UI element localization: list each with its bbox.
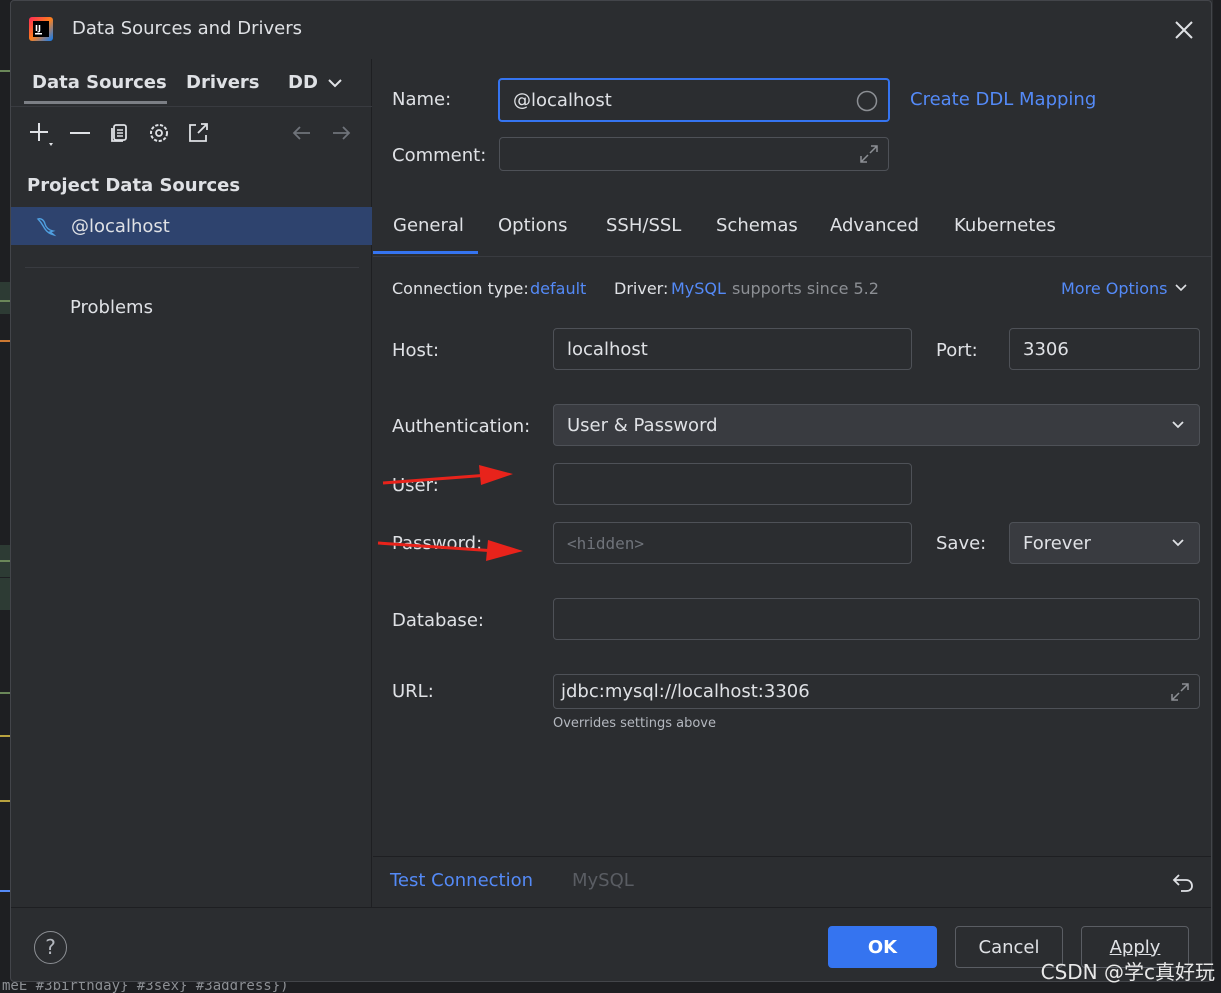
name-label: Name:	[392, 89, 452, 110]
data-sources-dialog: IJ Data Sources and Drivers Data Sources…	[10, 0, 1212, 982]
tab-drivers[interactable]: Drivers	[186, 72, 260, 93]
save-value: Forever	[1023, 532, 1091, 554]
tab-advanced[interactable]: Advanced	[830, 215, 919, 236]
title-bar: IJ Data Sources and Drivers	[11, 1, 1211, 59]
left-tabs: Data Sources Drivers DD	[11, 59, 372, 107]
back-arrow-icon[interactable]	[288, 119, 316, 147]
port-value: 3306	[1023, 338, 1069, 360]
duplicate-icon[interactable]	[106, 119, 134, 147]
test-connection-bar: Test Connection MySQL	[373, 856, 1211, 907]
tab-general[interactable]: General	[393, 215, 464, 236]
remove-icon[interactable]	[66, 119, 94, 147]
host-input[interactable]: localhost	[553, 328, 912, 370]
chevron-down-icon	[1175, 284, 1187, 292]
problems-item[interactable]: Problems	[70, 297, 153, 318]
project-data-sources-heading: Project Data Sources	[27, 175, 241, 196]
authentication-label: Authentication:	[392, 416, 531, 437]
tab-kubernetes[interactable]: Kubernetes	[954, 215, 1056, 236]
url-input[interactable]: jdbc:mysql://localhost:3306	[553, 674, 1200, 709]
data-source-item[interactable]: @localhost	[11, 207, 372, 245]
connection-type-link[interactable]: default	[530, 279, 586, 298]
active-tab-underline	[373, 251, 478, 254]
close-icon[interactable]	[1173, 19, 1195, 41]
annotation-arrow-password	[377, 540, 523, 561]
url-label: URL:	[392, 681, 434, 702]
port-label: Port:	[936, 340, 978, 361]
divider	[25, 267, 359, 268]
tab-data-sources[interactable]: Data Sources	[32, 72, 167, 93]
tab-ssh-ssl[interactable]: SSH/SSL	[606, 215, 681, 236]
authentication-value: User & Password	[567, 414, 718, 436]
data-source-toolbar	[11, 115, 372, 151]
tab-options[interactable]: Options	[498, 215, 567, 236]
expand-icon[interactable]	[858, 143, 880, 165]
forward-arrow-icon[interactable]	[327, 119, 355, 147]
save-label: Save:	[936, 533, 987, 554]
dialog-buttons-bar: ? OK Cancel Apply	[11, 907, 1211, 981]
comment-input[interactable]	[499, 137, 889, 171]
mysql-dolphin-icon	[36, 218, 57, 237]
database-label: Database:	[392, 610, 484, 631]
password-input[interactable]: <hidden>	[553, 522, 912, 564]
annotation-arrow-user	[382, 465, 513, 485]
circle-icon[interactable]	[856, 90, 878, 112]
add-icon[interactable]	[27, 119, 55, 147]
port-input[interactable]: 3306	[1009, 328, 1200, 370]
driver-label: Driver:	[614, 279, 669, 298]
active-tab-underline	[24, 101, 167, 104]
name-input[interactable]: @localhost	[498, 78, 890, 122]
comment-label: Comment:	[392, 145, 487, 166]
url-value: jdbc:mysql://localhost:3306	[561, 681, 810, 702]
settings-icon[interactable]	[145, 119, 173, 147]
jetbrains-logo-icon: IJ	[29, 17, 53, 41]
more-options-link[interactable]: More Options	[1061, 279, 1187, 298]
tab-schemas[interactable]: Schemas	[716, 215, 798, 236]
database-input[interactable]	[553, 598, 1200, 640]
watermark-text: CSDN @学c真好玩	[1040, 960, 1215, 984]
connection-type-label: Connection type:	[392, 279, 529, 298]
more-options-label: More Options	[1061, 279, 1168, 298]
background-editor-strip-right	[1213, 0, 1221, 993]
window-title: Data Sources and Drivers	[72, 18, 302, 39]
svg-text:IJ: IJ	[35, 24, 41, 33]
test-connection-link[interactable]: Test Connection	[390, 870, 533, 891]
driver-link[interactable]: MySQL	[671, 279, 726, 298]
ok-button[interactable]: OK	[828, 926, 937, 968]
password-placeholder: <hidden>	[567, 533, 645, 553]
name-value: @localhost	[513, 89, 612, 111]
create-ddl-mapping-link[interactable]: Create DDL Mapping	[910, 89, 1096, 110]
chevron-down-icon	[1172, 539, 1184, 547]
save-select[interactable]: Forever	[1009, 522, 1200, 564]
data-source-label: @localhost	[71, 216, 170, 237]
authentication-select[interactable]: User & Password	[553, 404, 1200, 446]
expand-icon[interactable]	[1169, 681, 1191, 703]
settings-tabs: General Options SSH/SSL Schemas Advanced…	[373, 201, 1211, 257]
chevron-down-icon[interactable]	[327, 77, 343, 89]
host-value: localhost	[567, 338, 648, 360]
driver-name-label: MySQL	[572, 870, 634, 891]
host-label: Host:	[392, 340, 440, 361]
undo-icon[interactable]	[1171, 870, 1195, 894]
tab-ddl[interactable]: DD	[288, 72, 318, 93]
help-button[interactable]: ?	[34, 931, 67, 964]
right-panel: Name: @localhost Create DDL Mapping Comm…	[373, 59, 1211, 907]
chevron-down-icon	[1172, 421, 1184, 429]
left-panel: Data Sources Drivers DD Project Data Sou…	[11, 59, 372, 907]
navigate-icon[interactable]	[184, 119, 212, 147]
url-note: Overrides settings above	[553, 716, 716, 731]
driver-note: supports since 5.2	[732, 279, 879, 298]
user-input[interactable]	[553, 463, 912, 505]
